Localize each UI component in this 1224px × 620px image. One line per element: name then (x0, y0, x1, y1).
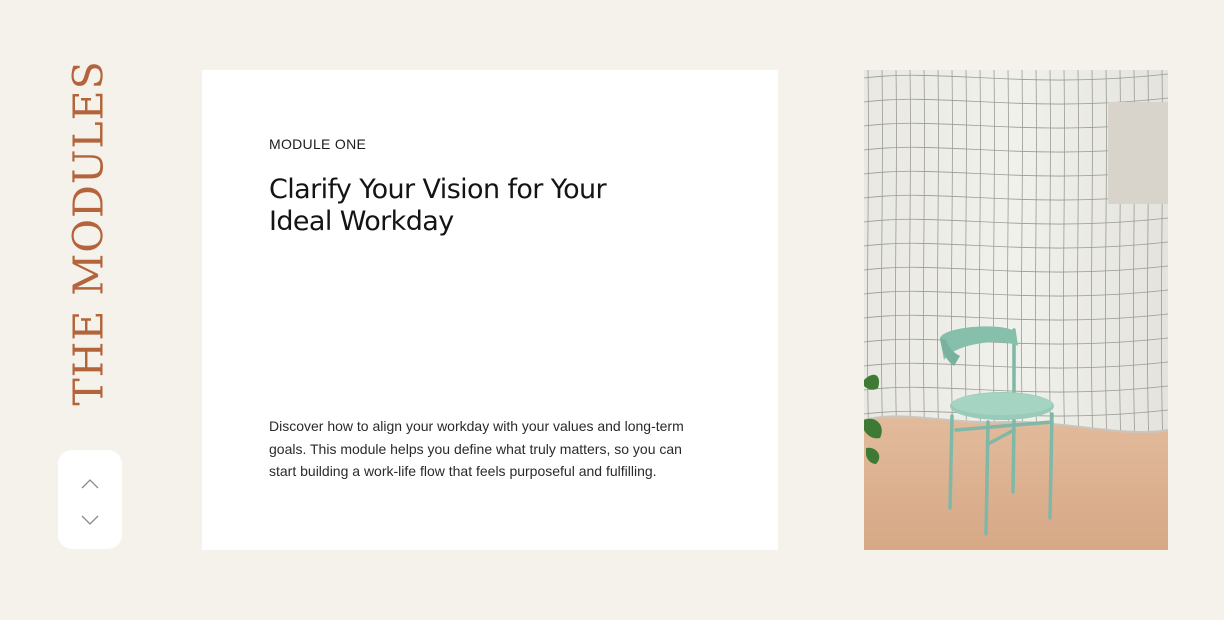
section-title: THE MODULES (65, 60, 113, 405)
section-title-text: THE MODULES (65, 60, 114, 406)
previous-module-button[interactable] (80, 476, 100, 492)
module-description: Discover how to align your workday with … (269, 418, 684, 479)
chevron-up-icon (81, 479, 99, 489)
module-card: MODULE ONE Clarify Your Vision for Your … (202, 70, 778, 550)
chevron-down-icon (81, 515, 99, 525)
module-label: MODULE ONE (269, 136, 367, 152)
module-image (864, 70, 1168, 550)
module-nav (58, 450, 122, 549)
next-module-button[interactable] (80, 512, 100, 528)
module-heading: Clarify Your Vision for Your Ideal Workd… (269, 174, 607, 237)
